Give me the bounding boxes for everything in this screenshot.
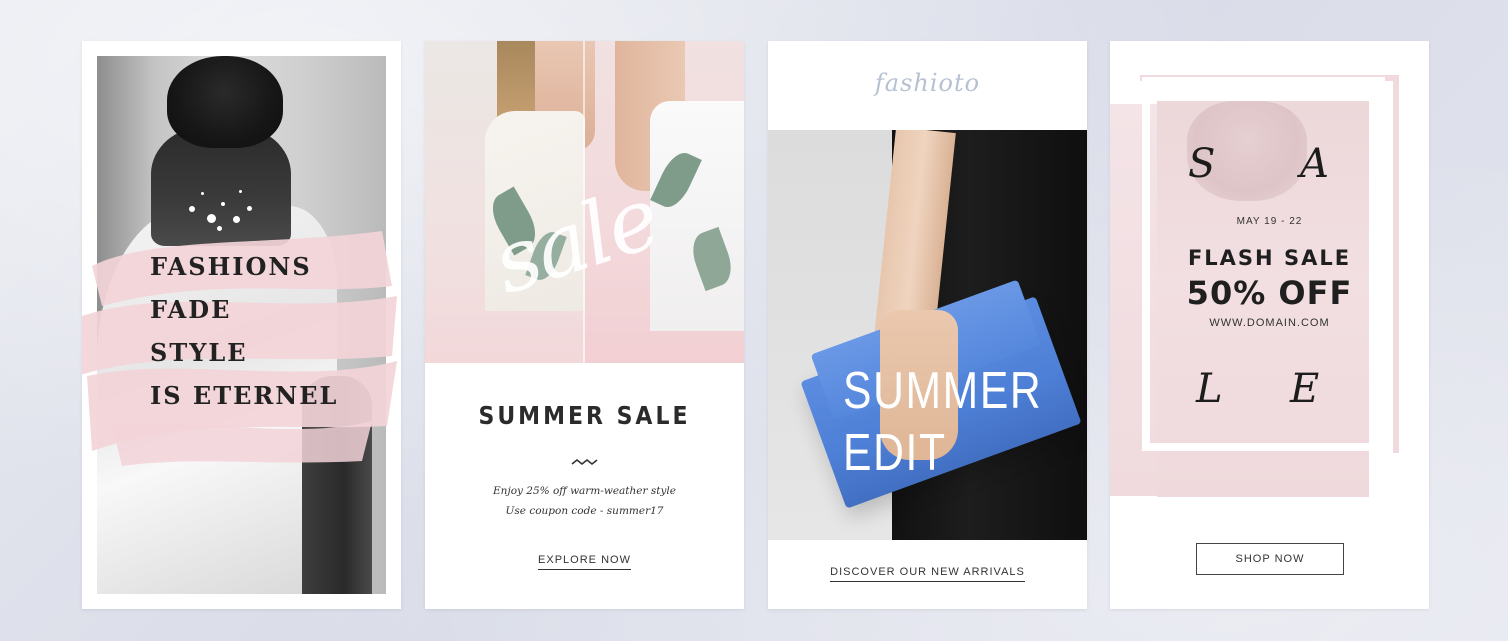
script-letter-e: E [1290,366,1320,412]
story-card-flash-sale: S A L E MAY 19 - 22 FLASH SALE 50% OFF W… [1110,41,1429,609]
title-line: SUMMER [843,362,1043,420]
discover-arrivals-label: DISCOVER OUR NEW ARRIVALS [830,566,1025,582]
summer-edit-title: SUMMER EDIT [843,360,1042,484]
story-card-summer-edit: fashioto SUMMER EDIT DISCOVER OUR NEW AR… [768,41,1087,609]
description-line: Use coupon code - summer17 [505,505,664,517]
discover-arrivals-link[interactable]: DISCOVER OUR NEW ARRIVALS [768,566,1087,582]
shop-now-button[interactable]: SHOP NOW [1196,543,1344,575]
website-text: WWW.DOMAIN.COM [1209,317,1330,329]
sale-date: MAY 19 - 22 [1236,216,1303,227]
quote-line: FASHIONS [150,252,312,281]
sale-description: Enjoy 25% off warm-weather style Use cou… [425,481,744,521]
white-top-shape [650,101,744,331]
description-line: Enjoy 25% off warm-weather style [493,485,676,497]
quote-line: FADE [150,295,232,324]
script-letter-s: S [1188,141,1216,187]
wave-divider-icon [571,458,598,466]
brand-logo: fashioto [874,69,981,97]
story-card-quote: FASHIONS FADE STYLE IS ETERNEL [82,41,401,609]
sale-title: SUMMER SALE [478,402,691,431]
script-letter-a: A [1300,141,1329,187]
quote-line: STYLE [150,338,248,367]
explore-now-link[interactable]: EXPLORE NOW [425,554,744,570]
title-line: EDIT [843,424,947,482]
models-dresses-photo: sale [425,41,744,363]
clutch-photo: SUMMER EDIT [768,130,1087,540]
flash-sale-heading: FLASH SALE [1187,246,1352,270]
story-card-summer-sale: sale SUMMER SALE Enjoy 25% off warm-weat… [425,41,744,609]
quote-line: IS ETERNEL [150,381,339,410]
script-letter-l: L [1196,366,1223,412]
discount-text: 50% OFF [1186,274,1353,312]
template-showcase: FASHIONS FADE STYLE IS ETERNEL sale SUMM… [0,0,1508,641]
model-head-shape [167,56,283,148]
explore-now-label: EXPLORE NOW [538,554,631,570]
quote-text: FASHIONS FADE STYLE IS ETERNEL [150,245,338,417]
